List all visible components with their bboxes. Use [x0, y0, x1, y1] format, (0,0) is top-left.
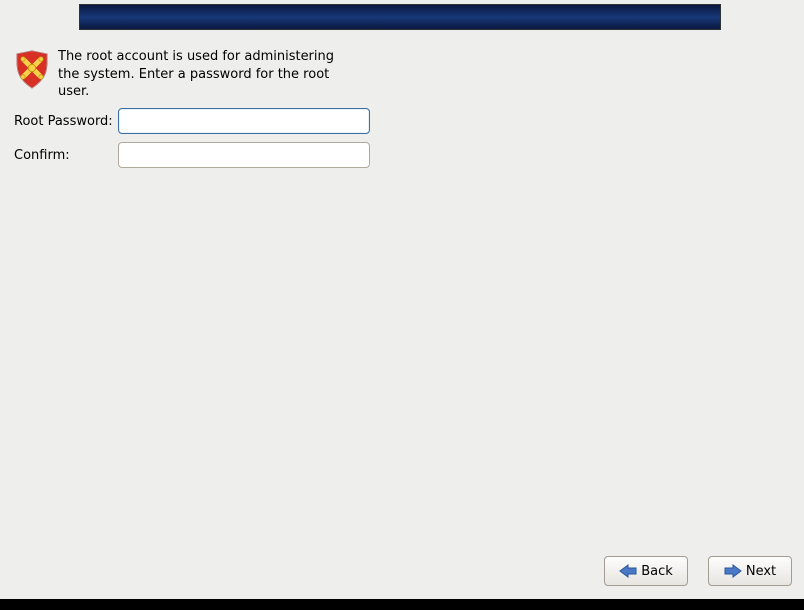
shield-icon	[14, 50, 50, 90]
next-button[interactable]: Next	[708, 556, 792, 586]
info-text: The root account is used for administeri…	[58, 48, 359, 101]
navigation-buttons: Back Next	[604, 556, 792, 586]
back-button[interactable]: Back	[604, 556, 688, 586]
root-password-input[interactable]	[118, 108, 370, 134]
confirm-label: Confirm:	[14, 148, 118, 163]
next-button-label: Next	[746, 564, 776, 579]
info-row: The root account is used for administeri…	[14, 48, 359, 101]
arrow-right-icon	[724, 564, 742, 578]
back-button-label: Back	[641, 564, 673, 579]
password-form: Root Password: Confirm:	[14, 108, 370, 176]
arrow-left-icon	[619, 564, 637, 578]
header-banner	[79, 4, 721, 30]
confirm-input[interactable]	[118, 142, 370, 168]
bottom-border	[0, 599, 804, 610]
root-password-label: Root Password:	[14, 114, 118, 129]
